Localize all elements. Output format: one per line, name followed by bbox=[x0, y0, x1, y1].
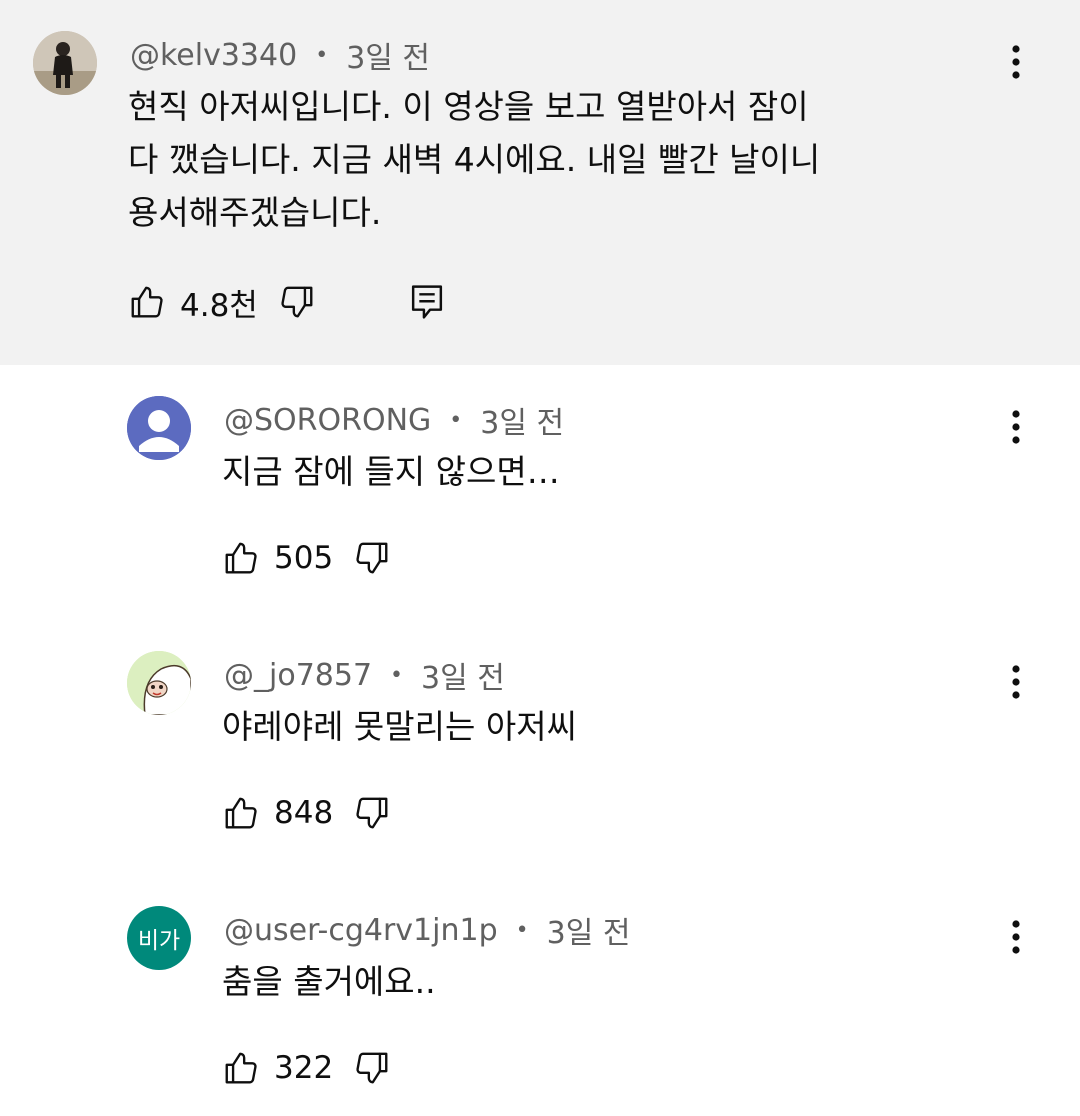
avatar[interactable]: 비가 bbox=[127, 906, 191, 970]
reply-comment: 비가 @user-cg4rv1jn1p • 3일 전 춤을 출거에요.. 322 bbox=[0, 875, 1080, 1116]
comment-line: 야레야레 못말리는 아저씨 bbox=[222, 707, 577, 746]
comment-meta: @kelv3340 • 3일 전 bbox=[130, 33, 430, 77]
like-count: 848 bbox=[274, 795, 334, 831]
thumb-down-icon bbox=[356, 542, 388, 574]
avatar-photo bbox=[33, 31, 97, 95]
timestamp[interactable]: 3일 전 bbox=[421, 653, 505, 697]
more-vert-icon bbox=[1012, 410, 1020, 444]
comment-line: 지금 잠에 들지 않으면… bbox=[222, 452, 560, 491]
comment-actions: 848 bbox=[222, 788, 391, 838]
comment-line: 용서해주겠습니다. bbox=[128, 193, 382, 232]
dislike-button[interactable] bbox=[278, 283, 316, 321]
dislike-button[interactable] bbox=[353, 794, 391, 832]
like-count: 505 bbox=[274, 540, 334, 576]
avatar-initials: 비가 bbox=[137, 928, 181, 954]
thumb-up-icon bbox=[225, 797, 257, 829]
dislike-button[interactable] bbox=[353, 539, 391, 577]
cartoon-avatar bbox=[127, 651, 191, 715]
avatar[interactable] bbox=[127, 396, 191, 460]
comment-highlighted: @kelv3340 • 3일 전 현직 아저씨입니다. 이 영상을 보고 열받아… bbox=[0, 0, 1080, 365]
timestamp[interactable]: 3일 전 bbox=[480, 398, 564, 442]
comment-text: 춤을 출거에요.. bbox=[222, 955, 436, 1008]
more-options-button[interactable] bbox=[996, 37, 1036, 87]
comment-meta: @SORORONG • 3일 전 bbox=[224, 398, 564, 442]
timestamp[interactable]: 3일 전 bbox=[346, 33, 430, 77]
comment-actions: 505 bbox=[222, 533, 391, 583]
default-person-icon bbox=[127, 396, 191, 460]
comment-line: 춤을 출거에요.. bbox=[222, 962, 436, 1001]
thumb-down-icon bbox=[356, 797, 388, 829]
like-count: 322 bbox=[274, 1050, 334, 1086]
thumb-up-icon bbox=[131, 286, 163, 318]
like-button[interactable] bbox=[222, 539, 260, 577]
avatar[interactable] bbox=[127, 651, 191, 715]
more-options-button[interactable] bbox=[996, 402, 1036, 452]
like-button[interactable] bbox=[222, 1049, 260, 1087]
separator-dot: • bbox=[515, 917, 529, 943]
comment-text: 현직 아저씨입니다. 이 영상을 보고 열받아서 잠이 다 깼습니다. 지금 새… bbox=[128, 80, 820, 239]
separator-dot: • bbox=[449, 407, 463, 433]
comment-text: 야레야레 못말리는 아저씨 bbox=[222, 700, 577, 753]
dislike-button[interactable] bbox=[353, 1049, 391, 1087]
comment-meta: @user-cg4rv1jn1p • 3일 전 bbox=[224, 908, 630, 952]
thumb-down-icon bbox=[281, 286, 313, 318]
like-count: 4.8천 bbox=[180, 287, 258, 324]
comment-actions: 322 bbox=[222, 1043, 391, 1093]
thumb-up-icon bbox=[225, 542, 257, 574]
timestamp[interactable]: 3일 전 bbox=[547, 908, 631, 952]
separator-dot: • bbox=[315, 42, 329, 68]
separator-dot: • bbox=[390, 662, 404, 688]
comment-meta: @_jo7857 • 3일 전 bbox=[224, 653, 505, 697]
avatar[interactable] bbox=[33, 31, 97, 95]
reply-comment: @_jo7857 • 3일 전 야레야레 못말리는 아저씨 848 bbox=[0, 620, 1080, 865]
comment-actions: 4.8천 bbox=[128, 277, 446, 327]
more-options-button[interactable] bbox=[996, 657, 1036, 707]
author-name[interactable]: @user-cg4rv1jn1p bbox=[224, 913, 498, 948]
thumb-up-icon bbox=[225, 1052, 257, 1084]
author-name[interactable]: @_jo7857 bbox=[224, 658, 372, 693]
like-button[interactable] bbox=[128, 283, 166, 321]
comment-line: 다 깼습니다. 지금 새벽 4시에요. 내일 빨간 날이니 bbox=[128, 140, 821, 179]
reply-button[interactable] bbox=[408, 282, 446, 322]
more-options-button[interactable] bbox=[996, 912, 1036, 962]
more-vert-icon bbox=[1012, 665, 1020, 699]
author-name[interactable]: @kelv3340 bbox=[130, 38, 297, 73]
thumb-down-icon bbox=[356, 1052, 388, 1084]
more-vert-icon bbox=[1012, 920, 1020, 954]
comment-text: 지금 잠에 들지 않으면… bbox=[222, 445, 560, 498]
like-button[interactable] bbox=[222, 794, 260, 832]
reply-comment: @SORORONG • 3일 전 지금 잠에 들지 않으면… 505 bbox=[0, 365, 1080, 610]
author-name[interactable]: @SORORONG bbox=[224, 403, 431, 438]
reply-icon bbox=[411, 285, 442, 319]
comment-line: 현직 아저씨입니다. 이 영상을 보고 열받아서 잠이 bbox=[128, 87, 809, 126]
more-vert-icon bbox=[1012, 45, 1020, 79]
